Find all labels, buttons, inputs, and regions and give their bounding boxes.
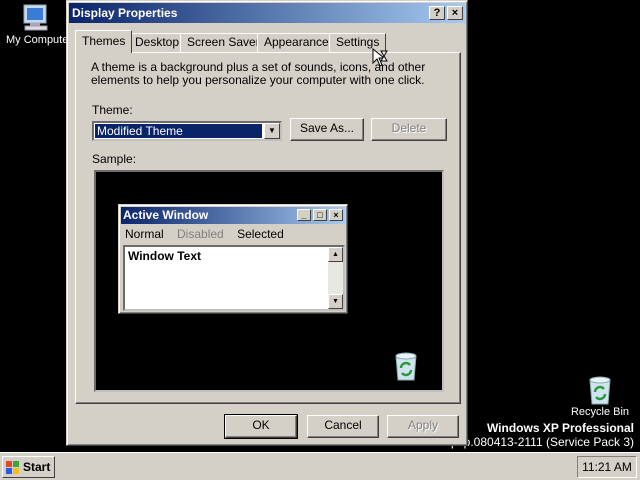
sample-menu-selected: Selected [237,227,284,241]
my-computer-icon [23,4,48,31]
sample-menu-normal: Normal [125,227,164,241]
sample-menu-disabled: Disabled [177,227,224,241]
tab-appearance[interactable]: Appearance [257,33,336,52]
dialog-title: Display Properties [72,6,178,20]
sample-recycle-bin-icon [395,352,417,381]
desktop-icon-my-computer[interactable]: My Computer [0,2,72,46]
desktop-icon-recycle-bin[interactable]: Recycle Bin [564,374,636,418]
scroll-down-icon: ▼ [328,294,343,309]
start-label: Start [23,460,51,474]
themes-tab-panel: A theme is a background plus a set of so… [75,52,461,404]
chevron-down-icon[interactable]: ▼ [264,123,280,139]
my-computer-label: My Computer [6,34,73,46]
sample-window-text-area: Window Text ▲ ▼ [123,245,345,311]
sample-label: Sample: [92,152,137,166]
theme-select-value: Modified Theme [95,124,262,138]
theme-sample-preview: Active Window _ □ × Normal Disabled Sele… [94,170,444,392]
maximize-icon: □ [313,209,327,221]
tab-desktop[interactable]: Desktop [128,33,187,52]
ok-button[interactable]: OK [224,414,298,439]
scroll-up-icon: ▲ [328,247,343,262]
taskbar: Start 11:21 AM [0,452,640,480]
recycle-bin-label: Recycle Bin [570,406,630,418]
close-button[interactable]: × [447,6,463,20]
theme-select[interactable]: Modified Theme ▼ [92,121,282,141]
minimize-icon: _ [297,209,311,221]
start-button[interactable]: Start [2,456,55,478]
recycle-bin-icon [589,376,611,405]
sample-window-title: Active Window _ □ × [121,207,345,224]
theme-label: Theme: [92,103,133,117]
close-icon: × [329,209,343,221]
os-watermark-build: psp.080413-2111 (Service Pack 3) [451,435,634,449]
sample-active-window: Active Window _ □ × Normal Disabled Sele… [118,204,348,314]
dialog-titlebar[interactable]: Display Properties ? × [69,3,465,23]
tab-themes[interactable]: Themes [75,30,133,53]
themes-description: A theme is a background plus a set of so… [91,60,426,87]
save-as-button[interactable]: Save As... [290,118,364,141]
sample-window-text: Window Text [128,249,201,263]
delete-button[interactable]: Delete [371,118,447,141]
hourglass-cursor-icon [372,48,388,67]
apply-button[interactable]: Apply [387,415,459,438]
help-button[interactable]: ? [429,6,445,20]
sample-menu: Normal Disabled Selected [125,227,294,241]
os-watermark-title: Windows XP Professional [486,421,634,435]
cancel-button[interactable]: Cancel [307,415,379,438]
tab-screen-saver[interactable]: Screen Saver [180,33,267,52]
windows-logo-icon [6,461,19,474]
display-properties-dialog: Display Properties ? × Themes Desktop Sc… [66,0,468,446]
taskbar-clock[interactable]: 11:21 AM [577,456,637,478]
sample-scrollbar: ▲ ▼ [328,247,343,309]
